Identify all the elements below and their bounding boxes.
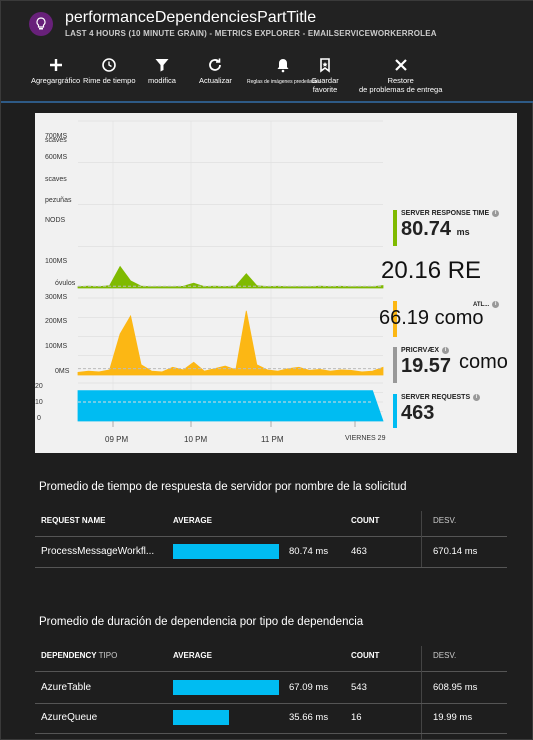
clock-icon [102, 58, 117, 72]
blade-title: performanceDependenciesPartTitle [65, 9, 317, 26]
legend-swatch [393, 210, 397, 246]
bell-icon [277, 59, 289, 73]
y-tick-label: 100MS [45, 343, 68, 350]
average-value: 67.09 ms [289, 682, 329, 693]
dev-value: 670.14 ms [433, 546, 478, 557]
column-header-name[interactable]: REQUEST NAME [41, 516, 105, 525]
series-area [77, 265, 384, 289]
series-area [77, 390, 384, 422]
metrics-chart[interactable]: scaves 700MS 600MS scaves pezuñas NODS 1… [35, 113, 517, 453]
refresh-button[interactable]: Actualizar [199, 57, 232, 85]
dependency-name: AzureQueue [41, 712, 98, 723]
column-header-name[interactable]: DEPENDENCY TIPO [41, 651, 117, 660]
command-bar: Agregargráfico Rime de tiempo modifica A… [1, 53, 533, 101]
average-bar [173, 544, 279, 559]
blade-subtitle: LAST 4 HOURS (10 MINUTE GRAIN) - METRICS… [65, 29, 437, 38]
x-tick-label: 10 PM [184, 435, 208, 444]
column-header-dev[interactable]: DESV. [433, 516, 456, 525]
column-header-count[interactable]: COUNT [351, 651, 379, 660]
y-tick-label: 200MS [45, 318, 68, 325]
plus-icon [49, 59, 62, 71]
filter-button[interactable]: modifica [148, 57, 176, 85]
y-tick-label: 0 [37, 415, 41, 422]
series-area [77, 310, 384, 376]
bookmark-icon [320, 58, 330, 73]
y-tick-label: 0MS [55, 368, 70, 375]
y-tick-label: 300MS [45, 294, 68, 301]
blade-header: performanceDependenciesPartTitle LAST 4 … [1, 1, 533, 53]
dev-value: 608.95 ms [433, 682, 478, 693]
legend-name: PRICRVÆX i [401, 347, 449, 354]
table-divider [35, 536, 507, 537]
legend-swatch [393, 394, 397, 428]
y-tick-label: scaves [45, 176, 67, 183]
column-header-count[interactable]: COUNT [351, 516, 379, 525]
dependency-name: AzureTable [41, 682, 92, 693]
overlay-value: 66.19 como [379, 307, 484, 329]
y-tick-label: pezuñas [45, 197, 72, 204]
y-tick-label: 20 [35, 383, 43, 390]
y-tick-label: 100MS [45, 258, 68, 265]
count-value: 543 [351, 682, 367, 693]
header-divider [1, 101, 533, 103]
overlay-value: como [459, 351, 508, 373]
y-tick-label: 10 [35, 399, 43, 406]
average-bar [173, 710, 230, 725]
request-name: ProcessMessageWorkfl... [41, 546, 155, 557]
filter-icon [155, 59, 169, 72]
x-tick-label: VIERNES 29 [345, 435, 386, 442]
legend-name: SERVER REQUESTS i [401, 394, 481, 401]
add-chart-button[interactable]: Agregargráfico [31, 57, 80, 85]
request-table-title: Promedio de tiempo de respuesta de servi… [39, 481, 407, 493]
refresh-icon [209, 58, 222, 71]
overlay-value: 20.16 RE [381, 257, 482, 284]
count-value: 16 [351, 712, 362, 723]
table-divider [35, 671, 507, 672]
average-value: 80.74 ms [289, 546, 329, 557]
column-header-average[interactable]: AVERAGE [173, 516, 212, 525]
y-tick-label: óvulos [55, 280, 76, 287]
y-tick-label: 600MS [45, 154, 68, 161]
legend-swatch [393, 347, 397, 383]
average-value: 35.66 ms [289, 712, 329, 723]
count-value: 463 [351, 546, 367, 557]
info-icon: i [492, 210, 500, 217]
dev-value: 19.99 ms [433, 712, 473, 723]
table-divider [35, 567, 507, 568]
column-separator [421, 646, 422, 740]
x-tick-label: 09 PM [105, 435, 129, 444]
table-divider [35, 703, 507, 704]
troubleshoot-button[interactable]: Restore de problemas de entrega [359, 57, 442, 94]
column-header-dev[interactable]: DESV. [433, 651, 456, 660]
column-header-average[interactable]: AVERAGE [173, 651, 212, 660]
info-icon: i [473, 394, 481, 401]
info-icon: i [492, 301, 500, 308]
metrics-blade: performanceDependenciesPartTitle LAST 4 … [0, 0, 533, 740]
info-icon: i [442, 347, 449, 354]
legend-value: 463 [401, 402, 435, 424]
average-bar [173, 680, 279, 695]
legend-value: 19.57 [401, 355, 452, 377]
y-tick-label: 700MS [45, 133, 68, 140]
time-range-button[interactable]: Rime de tiempo [83, 57, 136, 85]
save-favorite-button[interactable]: Guardar favorite [307, 57, 343, 94]
y-tick-label: NODS [45, 217, 66, 224]
table-divider [35, 733, 507, 734]
dependency-table-title: Promedio de duración de dependencia por … [39, 616, 364, 628]
column-separator [421, 511, 422, 567]
x-tick-label: 11 PM [261, 435, 284, 444]
close-icon [394, 59, 407, 71]
legend-name: SERVER RESPONSE TIME i [401, 210, 500, 217]
lightbulb-icon [29, 12, 53, 36]
legend-value: 80.74 ms [401, 218, 470, 240]
